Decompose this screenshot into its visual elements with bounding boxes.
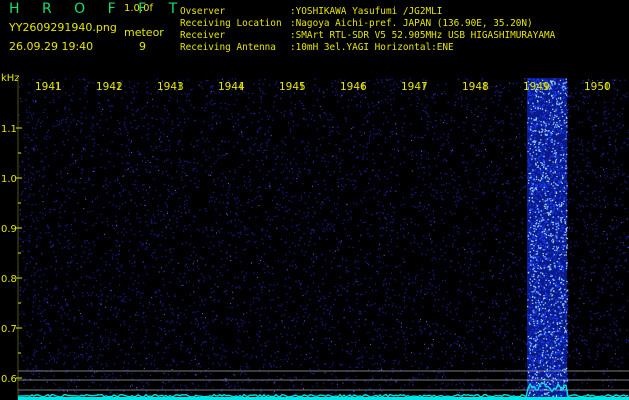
freq-tick-label: 0.7: [1, 324, 17, 335]
timestamp: 26.09.29 19:40: [9, 40, 94, 53]
observer-value: :YOSHIKAWA Yasufumi /JG2MLI: [290, 6, 443, 17]
freq-tick-label: 0.8: [1, 274, 17, 285]
freq-tick-label: 1.0: [1, 174, 17, 185]
spectrogram-plot: 1941 1942 1943 1944 1945 1946 1947 1948 1949 1950…: [1, 78, 629, 400]
app-version: 1.0.0f: [124, 3, 153, 14]
app-title: H R O F F T: [9, 1, 187, 17]
header-panel: H R O F F T 1.0.0f YY2609291940.png 26.0…: [0, 0, 629, 78]
receiver-value: :SMArt RTL-SDR V5 52.905MHz USB HIGASHIM…: [290, 30, 556, 41]
location-value: :Nagoya Aichi-pref. JAPAN (136.90E, 35.2…: [290, 18, 533, 29]
receiver-key: Receiver: [180, 30, 226, 41]
freq-tick-label: 0.9: [1, 224, 17, 235]
antenna-key: Receiving Antenna: [180, 42, 276, 53]
file-name: YY2609291940.png: [9, 21, 117, 34]
freq-tick-label: 0.6: [1, 374, 17, 385]
antenna-value: :10mH 3el.YAGI Horizontal:ENE: [290, 42, 454, 53]
location-key: Receiving Location: [180, 18, 282, 29]
freq-tick-label: 1.1: [1, 124, 17, 135]
mode-value: 9: [139, 40, 146, 53]
observer-key: Ovserver: [180, 6, 226, 17]
mode-label: meteor: [124, 26, 164, 39]
meteor-burst: [527, 78, 569, 400]
